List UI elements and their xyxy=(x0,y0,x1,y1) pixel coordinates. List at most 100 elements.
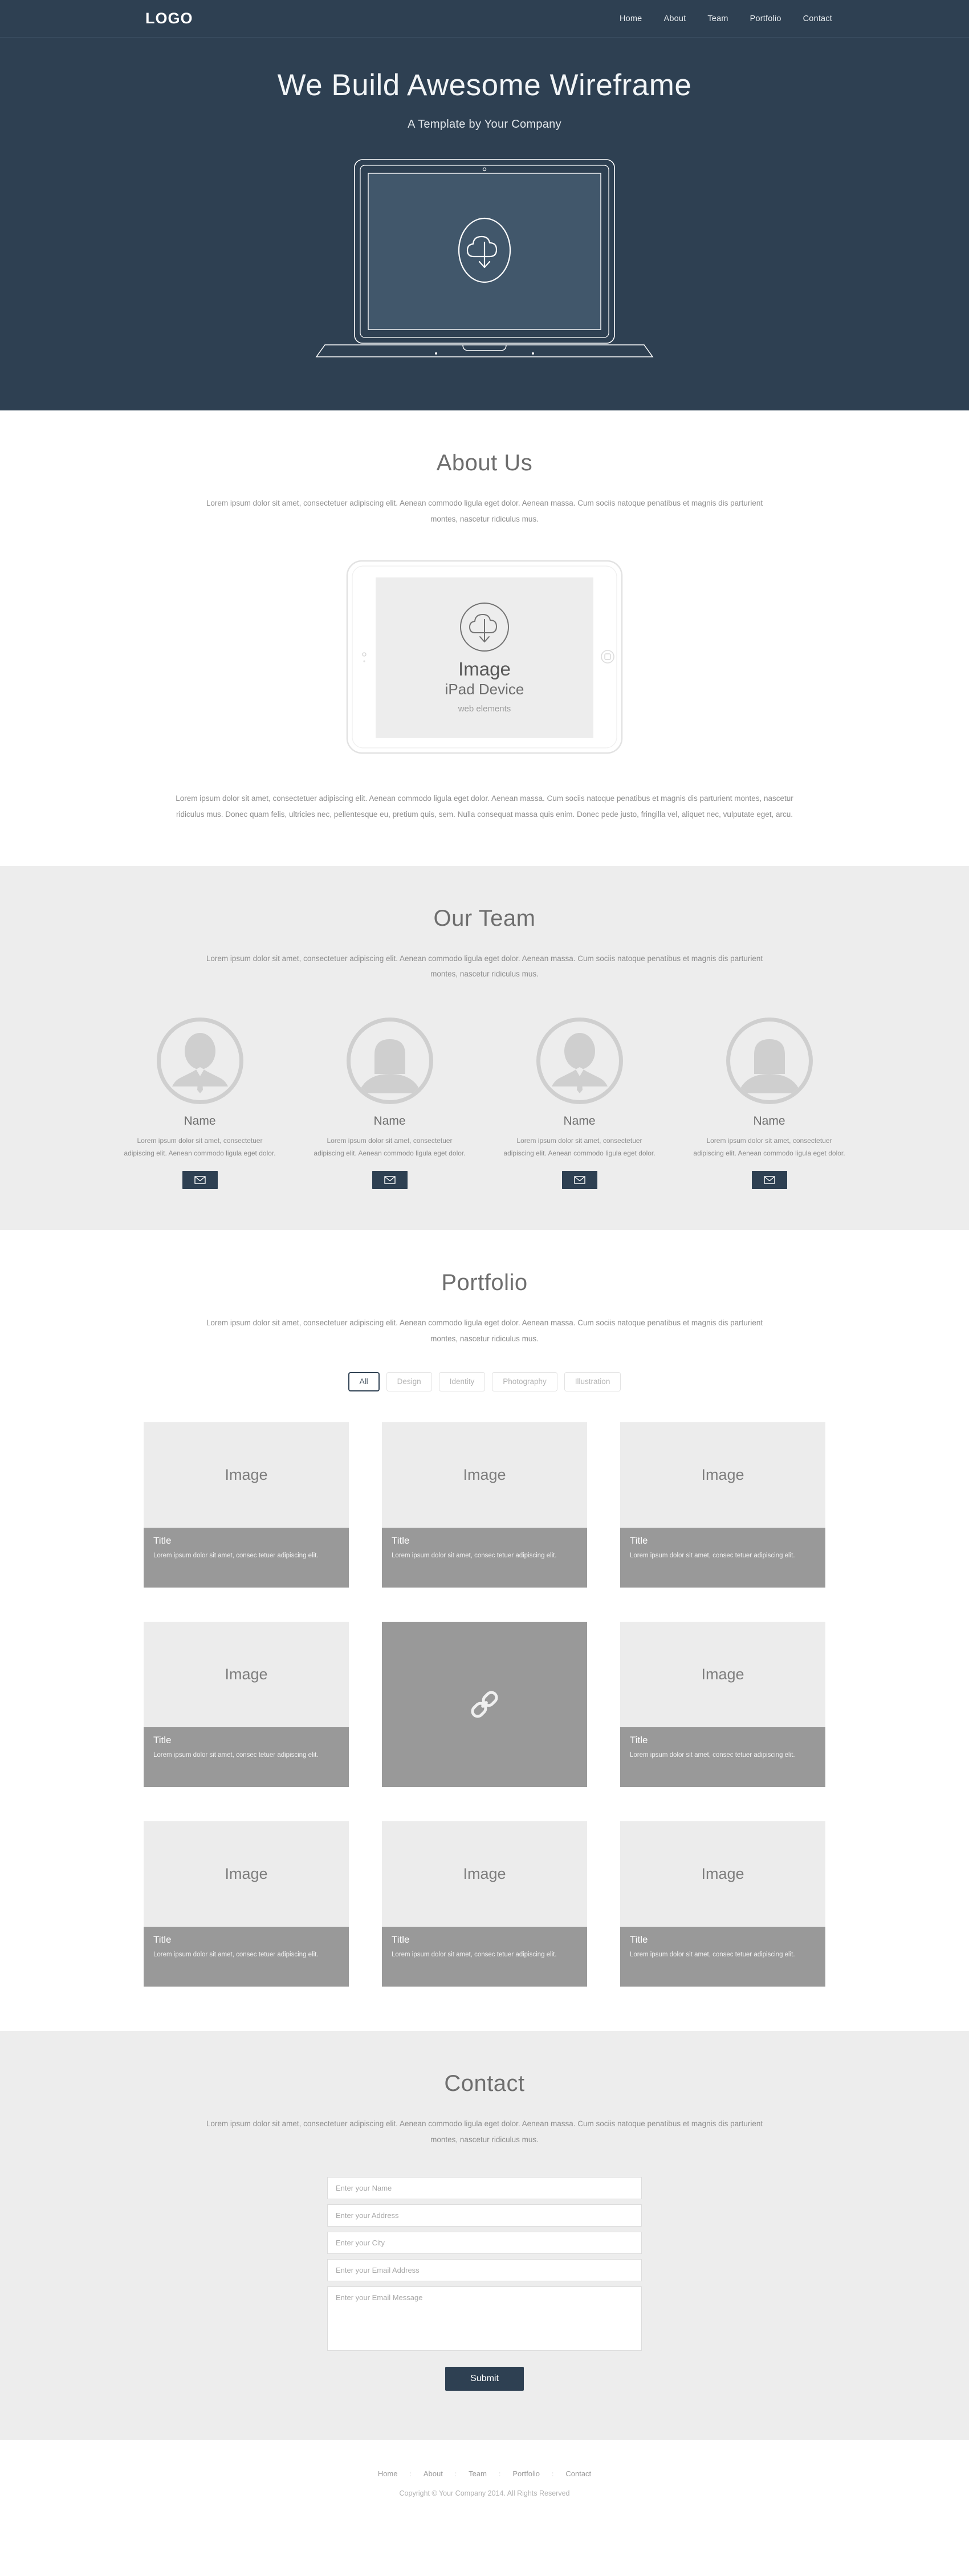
portfolio-card-image-hovered xyxy=(382,1621,587,1787)
team-member-text: Lorem ipsum dolor sit amet, consectetuer… xyxy=(693,1137,845,1158)
footer-separator: : xyxy=(454,2469,457,2478)
portfolio-card-desc: Lorem ipsum dolor sit amet, consec tetue… xyxy=(153,1751,319,1759)
nav-item-about[interactable]: About xyxy=(663,14,686,23)
about-title: About Us xyxy=(436,450,533,475)
portfolio-card-hovered[interactable] xyxy=(382,1621,587,1787)
contact-subtitle: Lorem ipsum dolor sit amet, consectetuer… xyxy=(206,2119,763,2144)
laptop-mockup xyxy=(0,155,969,360)
portfolio-card-title: Title xyxy=(630,1934,648,1945)
portfolio-card[interactable]: Image Title Lorem ipsum dolor sit amet, … xyxy=(144,1621,349,1787)
portfolio-card-caption: Title Lorem ipsum dolor sit amet, consec… xyxy=(620,1527,825,1588)
team-member-email-button[interactable] xyxy=(561,1171,597,1190)
nav-item-home[interactable]: Home xyxy=(620,14,642,23)
portfolio-card[interactable]: Image Title Lorem ipsum dolor sit amet, … xyxy=(382,1422,587,1588)
filter-design[interactable]: Design xyxy=(386,1372,432,1391)
portfolio-card[interactable]: Image Title Lorem ipsum dolor sit amet, … xyxy=(382,1821,587,1987)
portfolio-section: Portfolio Lorem ipsum dolor sit amet, co… xyxy=(0,1230,969,2031)
team-section: Our Team Lorem ipsum dolor sit amet, con… xyxy=(0,865,969,1231)
ipad-illustration: Image iPad Device web elements xyxy=(346,560,623,754)
name-field[interactable] xyxy=(327,2177,642,2200)
portfolio-card-caption: Title Lorem ipsum dolor sit amet, consec… xyxy=(144,1727,349,1787)
filter-identity[interactable]: Identity xyxy=(438,1372,486,1391)
portfolio-card-image: Image xyxy=(620,1422,825,1528)
footer-separator: : xyxy=(552,2469,554,2478)
contact-section: Contact Lorem ipsum dolor sit amet, cons… xyxy=(0,2030,969,2440)
hero-section: LOGO Home About Team Portfolio Contact W… xyxy=(0,0,969,410)
avatar xyxy=(156,1018,243,1105)
avatar-male-icon xyxy=(551,1033,608,1094)
portfolio-card-title: Title xyxy=(630,1734,648,1745)
team-member-email-button[interactable] xyxy=(372,1171,408,1190)
ipad-mockup: Image iPad Device web elements xyxy=(0,559,969,755)
filter-photography[interactable]: Photography xyxy=(492,1372,557,1391)
portfolio-card-image: Image xyxy=(382,1422,587,1528)
about-subtitle: Lorem ipsum dolor sit amet, consectetuer… xyxy=(206,499,763,523)
footer-link-about[interactable]: About xyxy=(420,2469,446,2478)
portfolio-card-title: Title xyxy=(392,1535,410,1546)
portfolio-card-caption: Title Lorem ipsum dolor sit amet, consec… xyxy=(620,1727,825,1787)
portfolio-card-title: Title xyxy=(153,1535,172,1546)
contact-form: Submit xyxy=(327,2177,642,2440)
message-field[interactable] xyxy=(327,2286,642,2351)
filter-all[interactable]: All xyxy=(348,1372,380,1391)
portfolio-card[interactable]: Image Title Lorem ipsum dolor sit amet, … xyxy=(144,1821,349,1987)
ipad-caption: web elements xyxy=(458,704,511,714)
ipad-image-label: Image xyxy=(458,658,511,679)
portfolio-card-image: Image xyxy=(382,1821,587,1927)
contact-title: Contact xyxy=(444,2070,525,2096)
city-field[interactable] xyxy=(327,2232,642,2254)
nav-item-team[interactable]: Team xyxy=(707,14,728,23)
submit-button[interactable]: Submit xyxy=(445,2367,524,2391)
portfolio-card-title: Title xyxy=(630,1535,648,1546)
portfolio-subtitle: Lorem ipsum dolor sit amet, consectetuer… xyxy=(206,1318,763,1344)
team-subtitle: Lorem ipsum dolor sit amet, consectetuer… xyxy=(206,954,763,979)
team-member-text: Lorem ipsum dolor sit amet, consectetuer… xyxy=(503,1137,656,1158)
portfolio-card-caption: Title Lorem ipsum dolor sit amet, consec… xyxy=(144,1926,349,1987)
footer-link-portfolio[interactable]: Portfolio xyxy=(509,2469,543,2478)
portfolio-title: Portfolio xyxy=(441,1270,528,1296)
footer-link-contact[interactable]: Contact xyxy=(562,2469,595,2478)
team-member-text: Lorem ipsum dolor sit amet, consectetuer… xyxy=(314,1137,466,1158)
portfolio-card-caption: Title Lorem ipsum dolor sit amet, consec… xyxy=(382,1926,587,1987)
nav-item-portfolio[interactable]: Portfolio xyxy=(750,14,781,23)
portfolio-card-image: Image xyxy=(620,1621,825,1727)
address-field[interactable] xyxy=(327,2204,642,2227)
footer-separator: : xyxy=(409,2469,412,2478)
footer-link-home[interactable]: Home xyxy=(374,2469,401,2478)
copyright-text: Copyright © Your Company 2014. All Right… xyxy=(399,2489,570,2498)
team-member-email-button[interactable] xyxy=(182,1171,218,1190)
envelope-icon xyxy=(194,1176,206,1185)
portfolio-card[interactable]: Image Title Lorem ipsum dolor sit amet, … xyxy=(144,1422,349,1588)
team-member-email-button[interactable] xyxy=(751,1171,787,1190)
team-member-name: Name xyxy=(563,1114,596,1128)
portfolio-filters: All Design Identity Photography Illustra… xyxy=(0,1372,969,1391)
hero-content: We Build Awesome Wireframe A Template by… xyxy=(0,38,969,360)
portfolio-card-desc: Lorem ipsum dolor sit amet, consec tetue… xyxy=(630,1751,795,1759)
filter-illustration[interactable]: Illustration xyxy=(564,1372,621,1391)
portfolio-card-image: Image xyxy=(144,1621,349,1727)
avatar-plain-icon xyxy=(738,1039,801,1094)
footer-link-team[interactable]: Team xyxy=(465,2469,490,2478)
email-field[interactable] xyxy=(327,2259,642,2282)
team-member-card: Name Lorem ipsum dolor sit amet, consect… xyxy=(498,1018,661,1190)
portfolio-card-image: Image xyxy=(144,1422,349,1528)
portfolio-card-image: Image xyxy=(144,1821,349,1927)
page-root: LOGO Home About Team Portfolio Contact W… xyxy=(0,0,969,2537)
top-navbar: LOGO Home About Team Portfolio Contact xyxy=(0,0,969,38)
portfolio-card-desc: Lorem ipsum dolor sit amet, consec tetue… xyxy=(392,1552,557,1559)
portfolio-card[interactable]: Image Title Lorem ipsum dolor sit amet, … xyxy=(620,1821,825,1987)
nav-item-contact[interactable]: Contact xyxy=(803,14,832,23)
team-member-text: Lorem ipsum dolor sit amet, consectetuer… xyxy=(124,1137,276,1158)
portfolio-card-title: Title xyxy=(153,1934,172,1945)
portfolio-card-caption: Title Lorem ipsum dolor sit amet, consec… xyxy=(144,1527,349,1588)
avatar xyxy=(346,1018,433,1105)
team-member-card: Name Lorem ipsum dolor sit amet, consect… xyxy=(688,1018,850,1190)
hero-subtitle: A Template by Your Company xyxy=(408,118,561,131)
portfolio-card-desc: Lorem ipsum dolor sit amet, consec tetue… xyxy=(630,1951,795,1958)
site-logo[interactable]: LOGO xyxy=(145,10,193,27)
portfolio-card-desc: Lorem ipsum dolor sit amet, consec tetue… xyxy=(153,1552,319,1559)
team-member-name: Name xyxy=(373,1114,406,1128)
portfolio-card[interactable]: Image Title Lorem ipsum dolor sit amet, … xyxy=(620,1621,825,1787)
portfolio-card[interactable]: Image Title Lorem ipsum dolor sit amet, … xyxy=(620,1422,825,1588)
team-title: Our Team xyxy=(433,905,536,931)
